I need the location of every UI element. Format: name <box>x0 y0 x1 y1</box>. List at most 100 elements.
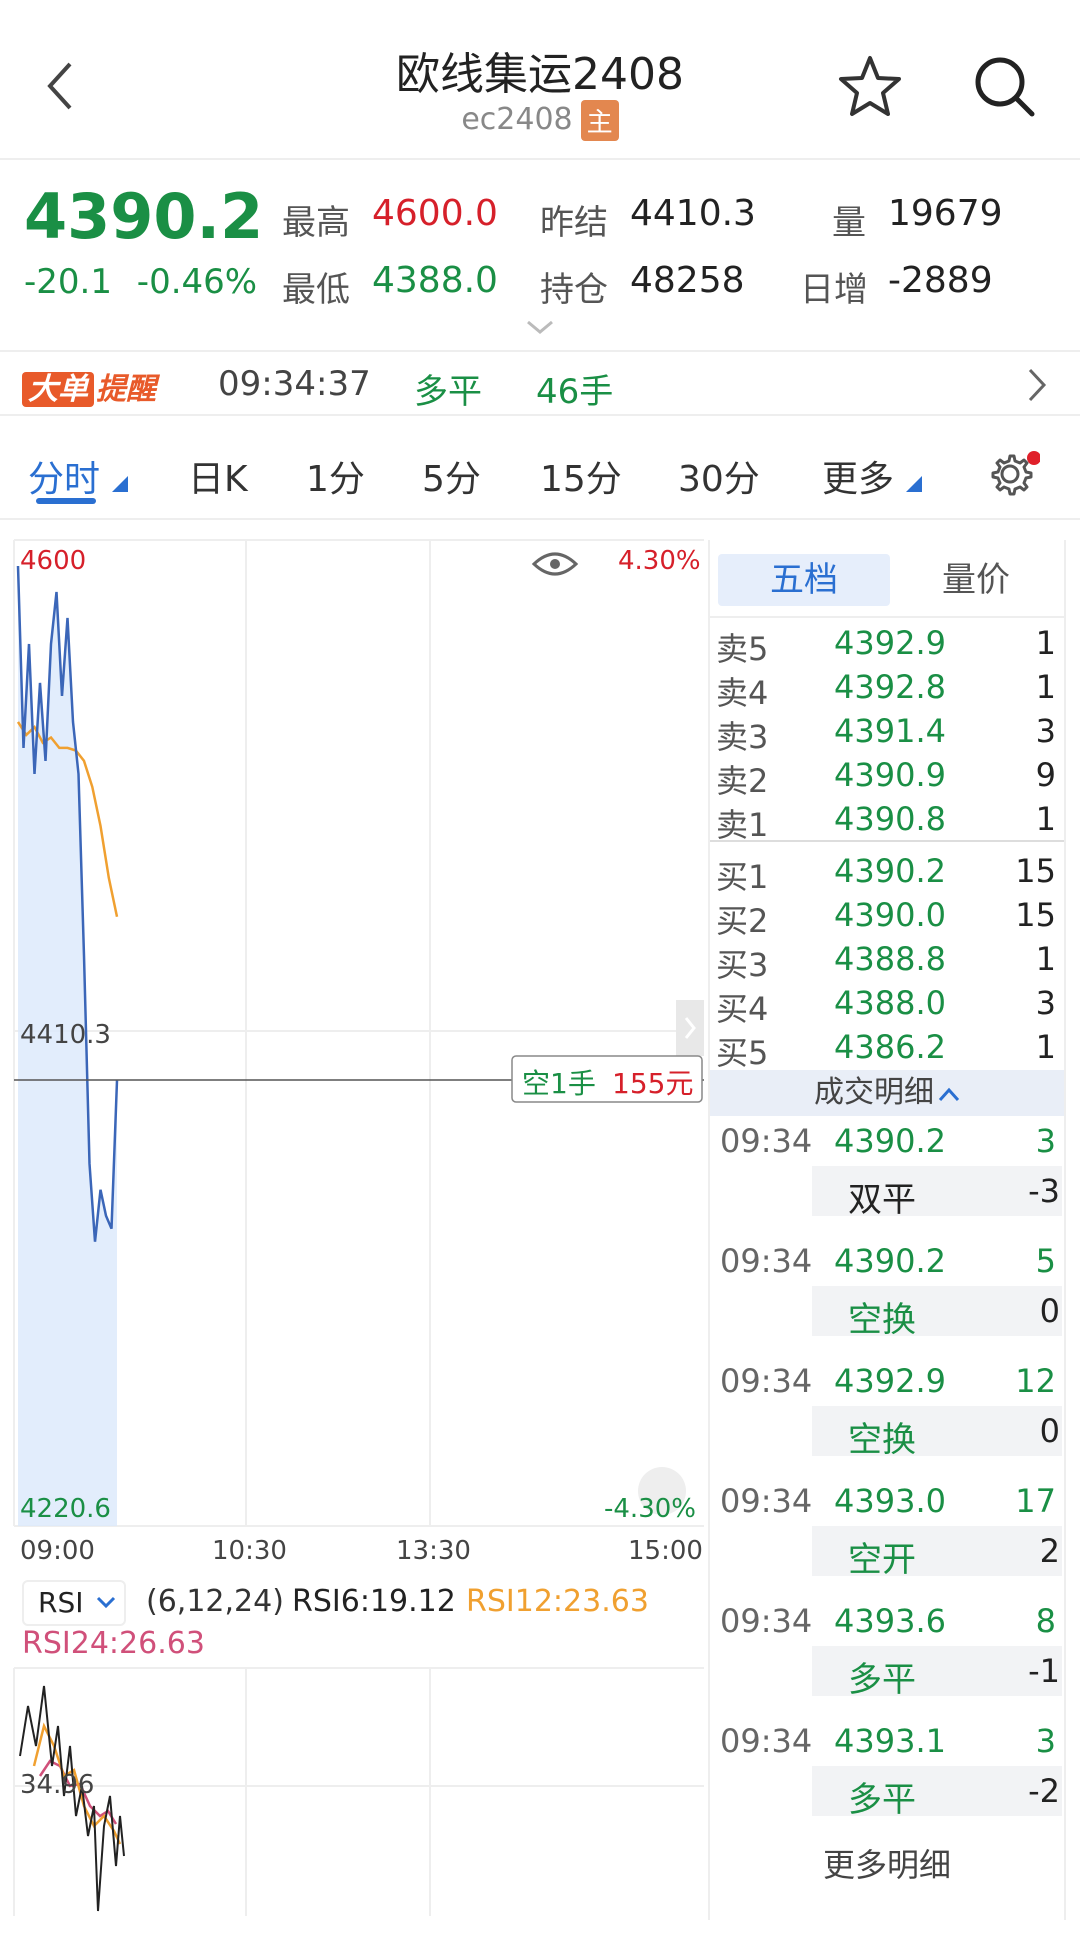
volume-value: 19679 <box>888 193 1003 234</box>
trade-record: 09:34 4393.6 8 多平 -1 <box>710 1602 1064 1722</box>
level-qty: 3 <box>1035 712 1056 750</box>
tab-5min[interactable]: 5分 <box>422 450 481 502</box>
bid-row[interactable]: 买1 4390.2 15 <box>710 852 1064 896</box>
level-qty: 1 <box>1035 668 1056 706</box>
eye-icon[interactable] <box>531 552 579 576</box>
trade-price: 4393.6 <box>834 1602 946 1640</box>
page-title: 欧线集运2408 <box>396 49 684 100</box>
level-price: 4392.8 <box>834 668 946 706</box>
order-book-panel: 五档 量价 卖5 4392.9 1 卖4 4392.8 1 卖3 4391.4 3 卖2 4390.… <box>708 540 1066 1920</box>
trade-volume: 8 <box>1035 1602 1056 1640</box>
level-qty: 1 <box>1035 940 1056 978</box>
big-order-badge: 大单 提醒 <box>22 364 156 407</box>
low-value: 4388.0 <box>372 260 498 301</box>
trade-oi-change: -1 <box>1028 1652 1060 1690</box>
high-label: 最高 <box>282 203 350 243</box>
expand-chevron-icon[interactable] <box>524 318 556 336</box>
trade-time: 09:34 <box>720 1602 813 1640</box>
more-detail-link[interactable]: 更多明细 <box>710 1840 1064 1886</box>
trade-detail-header[interactable]: 成交明细 <box>710 1070 1064 1116</box>
ask-row[interactable]: 卖4 4392.8 1 <box>710 668 1064 712</box>
chevron-right-icon[interactable] <box>1026 366 1050 404</box>
level-label: 买4 <box>716 990 769 1028</box>
alert-time: 09:34:37 <box>218 364 371 404</box>
tab-volume-price[interactable]: 量价 <box>896 554 1056 606</box>
trade-volume: 3 <box>1035 1122 1056 1160</box>
level-qty: 9 <box>1035 756 1056 794</box>
change-percent: -0.46% <box>136 262 258 302</box>
tab-daily-k[interactable]: 日K <box>188 450 248 502</box>
level-qty: 1 <box>1035 1028 1056 1066</box>
ask-row[interactable]: 卖2 4390.9 9 <box>710 756 1064 800</box>
trade-price: 4390.2 <box>834 1122 946 1160</box>
level-label: 卖4 <box>716 674 769 712</box>
volume-label: 量 <box>832 203 866 243</box>
y-axis-mid: 4410.3 <box>20 1020 111 1050</box>
panel-toggle-handle[interactable] <box>676 1000 704 1056</box>
level-label: 买1 <box>716 858 769 896</box>
ask-row[interactable]: 卖1 4390.8 1 <box>710 800 1064 844</box>
indicator-select[interactable]: RSI <box>22 1580 126 1626</box>
trade-volume: 3 <box>1035 1722 1056 1760</box>
trade-time: 09:34 <box>720 1482 813 1520</box>
rsi6-value: RSI6:19.12 <box>292 1584 456 1619</box>
trade-record: 09:34 4393.0 17 空开 2 <box>710 1482 1064 1602</box>
gear-icon[interactable] <box>988 450 1040 502</box>
order-book-tabs: 五档 量价 <box>710 540 1064 618</box>
last-price: 4390.2 <box>24 180 264 253</box>
tab-intraday[interactable]: 分时 <box>28 450 100 502</box>
trade-record: 09:34 4392.9 12 空换 0 <box>710 1362 1064 1482</box>
trade-record: 09:34 4390.2 3 双平 -3 <box>710 1122 1064 1242</box>
trade-oi-change: -2 <box>1028 1772 1060 1810</box>
level-price: 4386.2 <box>834 1028 946 1066</box>
rsi-params: (6,12,24) <box>146 1584 284 1619</box>
trade-time: 09:34 <box>720 1362 813 1400</box>
trade-record: 09:34 4390.2 5 空换 0 <box>710 1242 1064 1362</box>
trade-kind: 空换 <box>848 1420 916 1460</box>
price-change: -20.1 -0.46% <box>24 262 257 302</box>
bid-row[interactable]: 买3 4388.8 1 <box>710 940 1064 984</box>
active-tab-indicator <box>36 498 96 504</box>
tab-five-levels[interactable]: 五档 <box>718 554 890 606</box>
tab-15min[interactable]: 15分 <box>540 450 622 502</box>
low-label: 最低 <box>282 270 350 310</box>
trade-type-box: 多平 -1 <box>812 1646 1062 1700</box>
level-qty: 1 <box>1035 800 1056 838</box>
trade-volume: 12 <box>1015 1362 1056 1400</box>
level-label: 卖2 <box>716 762 769 800</box>
trade-type-box: 多平 -2 <box>812 1766 1062 1820</box>
level-price: 4391.4 <box>834 712 946 750</box>
main-contract-badge: 主 <box>580 100 619 141</box>
big-order-alert-bar[interactable]: 大单 提醒 09:34:37 多平 46手 <box>0 350 1080 416</box>
open-interest-label: 持仓 <box>540 270 608 310</box>
ask-row[interactable]: 卖5 4392.9 1 <box>710 624 1064 668</box>
bid-row[interactable]: 买2 4390.0 15 <box>710 896 1064 940</box>
tab-1min[interactable]: 1分 <box>306 450 365 502</box>
trade-record: 09:34 4393.1 3 多平 -2 <box>710 1722 1064 1842</box>
trade-time: 09:34 <box>720 1242 813 1280</box>
star-icon[interactable] <box>838 54 902 118</box>
ask-row[interactable]: 卖3 4391.4 3 <box>710 712 1064 756</box>
tab-more[interactable]: 更多 <box>822 450 894 502</box>
contract-code-text: ec2408 <box>461 102 573 137</box>
trade-volume: 5 <box>1035 1242 1056 1280</box>
header: 欧线集运2408 ec2408 主 <box>0 0 1080 160</box>
alert-lots: 46手 <box>536 372 614 412</box>
tab-30min[interactable]: 30分 <box>678 450 760 502</box>
trade-price: 4393.1 <box>834 1722 946 1760</box>
prev-settle-label: 昨结 <box>540 203 608 243</box>
level-qty: 15 <box>1015 896 1056 934</box>
trade-oi-change: 0 <box>1039 1412 1060 1450</box>
trade-time: 09:34 <box>720 1722 813 1760</box>
pct-axis-top: 4.30% <box>618 546 701 576</box>
contract-code: ec2408 主 <box>0 100 1080 141</box>
rsi-chart[interactable] <box>0 1666 708 1926</box>
bid-row[interactable]: 买4 4388.0 3 <box>710 984 1064 1028</box>
level-price: 4390.9 <box>834 756 946 794</box>
level-label: 买2 <box>716 902 769 940</box>
bid-row[interactable]: 买5 4386.2 1 <box>710 1028 1064 1072</box>
search-icon[interactable] <box>972 54 1036 118</box>
level-qty: 1 <box>1035 624 1056 662</box>
trade-oi-change: 2 <box>1039 1532 1060 1570</box>
daily-increase-value: -2889 <box>888 260 993 301</box>
